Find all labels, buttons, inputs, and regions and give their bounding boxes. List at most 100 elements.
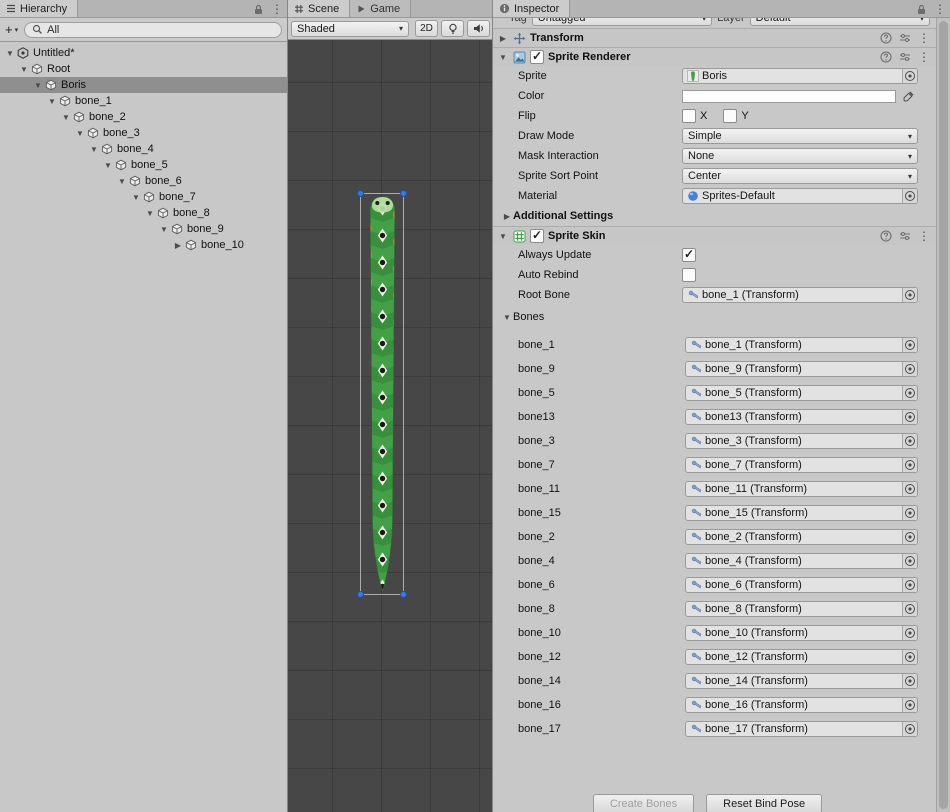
lock-icon[interactable]	[254, 4, 263, 15]
panel-options-icon[interactable]: ⋮	[934, 3, 946, 15]
component-enabled-checkbox[interactable]	[530, 50, 544, 64]
bone-object-field[interactable]: bone_12 (Transform)	[685, 649, 918, 665]
mask-interaction-dropdown[interactable]: None ▾	[682, 148, 918, 164]
bone-object-field[interactable]: bone_7 (Transform)	[685, 457, 918, 473]
bone-object-field[interactable]: bone_5 (Transform)	[685, 385, 918, 401]
flip-x-checkbox[interactable]	[682, 109, 696, 123]
help-icon[interactable]	[880, 32, 892, 44]
color-swatch[interactable]	[682, 90, 896, 103]
root-bone-object-field[interactable]: bone_1 (Transform)	[682, 287, 918, 303]
hierarchy-item-bone-10[interactable]: ▶bone_10	[0, 237, 287, 253]
reset-bind-pose-button[interactable]: Reset Bind Pose	[706, 794, 822, 812]
hierarchy-item-bone-1[interactable]: ▼bone_1	[0, 93, 287, 109]
object-picker-button[interactable]	[902, 338, 917, 352]
object-picker-button[interactable]	[902, 578, 917, 592]
hierarchy-item-bone-7[interactable]: ▼bone_7	[0, 189, 287, 205]
tab-inspector[interactable]: Inspector	[493, 0, 570, 17]
hierarchy-item-bone-5[interactable]: ▼bone_5	[0, 157, 287, 173]
lock-icon[interactable]	[917, 4, 926, 15]
presets-icon[interactable]	[899, 32, 911, 44]
bone-object-field[interactable]: bone_9 (Transform)	[685, 361, 918, 377]
tag-dropdown[interactable]: Untagged ▾	[532, 18, 712, 26]
foldout-arrow[interactable]: ▶	[501, 212, 513, 221]
panel-options-icon[interactable]: ⋮	[271, 3, 283, 15]
presets-icon[interactable]	[899, 230, 911, 242]
sprite-skin-component-header[interactable]: ▼ Sprite Skin ⋮	[493, 226, 936, 245]
material-object-field[interactable]: Sprites-Default	[682, 188, 918, 204]
object-picker-button[interactable]	[902, 386, 917, 400]
foldout-arrow[interactable]: ▼	[144, 209, 156, 218]
help-icon[interactable]	[880, 230, 892, 242]
foldout-arrow[interactable]: ▼	[130, 193, 142, 202]
object-picker-button[interactable]	[902, 722, 917, 736]
help-icon[interactable]	[880, 51, 892, 63]
object-picker-button[interactable]	[902, 458, 917, 472]
hierarchy-item-bone-8[interactable]: ▼bone_8	[0, 205, 287, 221]
foldout-arrow[interactable]: ▼	[158, 225, 170, 234]
object-picker-button[interactable]	[902, 410, 917, 424]
sprite-object-field[interactable]: Boris	[682, 68, 918, 84]
foldout-arrow[interactable]: ▼	[102, 161, 114, 170]
object-picker-button[interactable]	[902, 674, 917, 688]
bone-object-field[interactable]: bone13 (Transform)	[685, 409, 918, 425]
always-update-checkbox[interactable]	[682, 248, 696, 262]
foldout-arrow[interactable]: ▶	[497, 34, 509, 43]
object-picker-button[interactable]	[902, 362, 917, 376]
object-picker-button[interactable]	[902, 288, 917, 302]
object-picker-button[interactable]	[902, 506, 917, 520]
scene-lighting-button[interactable]	[441, 20, 464, 37]
layer-dropdown[interactable]: Default ▾	[750, 18, 930, 26]
hierarchy-item-bone-3[interactable]: ▼bone_3	[0, 125, 287, 141]
inspector-scrollbar[interactable]	[936, 18, 950, 812]
foldout-arrow[interactable]: ▼	[32, 81, 44, 90]
boris-snake-sprite[interactable]	[362, 195, 403, 594]
hierarchy-search-input[interactable]: All	[24, 22, 282, 38]
component-options-icon[interactable]: ⋮	[918, 230, 930, 242]
foldout-arrow[interactable]: ▼	[4, 49, 16, 58]
foldout-arrow[interactable]: ▶	[172, 241, 184, 250]
bones-foldout[interactable]: ▼ Bones	[493, 307, 936, 327]
tab-hierarchy[interactable]: Hierarchy	[0, 0, 78, 17]
hierarchy-item-untitled-[interactable]: ▼Untitled*	[0, 45, 287, 61]
shading-mode-dropdown[interactable]: Shaded ▾	[291, 21, 409, 37]
component-options-icon[interactable]: ⋮	[918, 32, 930, 44]
sprite-renderer-component-header[interactable]: ▼ Sprite Renderer ⋮	[493, 47, 936, 66]
bone-object-field[interactable]: bone_3 (Transform)	[685, 433, 918, 449]
object-picker-button[interactable]	[902, 434, 917, 448]
bone-object-field[interactable]: bone_11 (Transform)	[685, 481, 918, 497]
bone-object-field[interactable]: bone_4 (Transform)	[685, 553, 918, 569]
object-picker-button[interactable]	[902, 69, 917, 83]
scrollbar-thumb[interactable]	[939, 21, 948, 809]
transform-component-header[interactable]: ▶ Transform ⋮	[493, 28, 936, 47]
hierarchy-item-boris[interactable]: ▼Boris	[0, 77, 287, 93]
scene-viewport[interactable]	[288, 40, 492, 812]
foldout-arrow[interactable]: ▼	[497, 53, 509, 62]
foldout-arrow[interactable]: ▼	[18, 65, 30, 74]
foldout-arrow[interactable]: ▼	[60, 113, 72, 122]
foldout-arrow[interactable]: ▼	[88, 145, 100, 154]
toggle-2d-button[interactable]: 2D	[415, 20, 438, 37]
tab-scene[interactable]: Scene	[288, 0, 350, 17]
hierarchy-item-bone-4[interactable]: ▼bone_4	[0, 141, 287, 157]
object-picker-button[interactable]	[902, 626, 917, 640]
object-picker-button[interactable]	[902, 189, 917, 203]
bone-object-field[interactable]: bone_16 (Transform)	[685, 697, 918, 713]
auto-rebind-checkbox[interactable]	[682, 268, 696, 282]
scene-audio-button[interactable]	[467, 20, 490, 37]
bone-object-field[interactable]: bone_6 (Transform)	[685, 577, 918, 593]
flip-y-checkbox[interactable]	[723, 109, 737, 123]
presets-icon[interactable]	[899, 51, 911, 63]
hierarchy-item-bone-6[interactable]: ▼bone_6	[0, 173, 287, 189]
component-options-icon[interactable]: ⋮	[918, 51, 930, 63]
object-picker-button[interactable]	[902, 698, 917, 712]
additional-settings-foldout[interactable]: ▶ Additional Settings	[493, 206, 936, 226]
hierarchy-item-root[interactable]: ▼Root	[0, 61, 287, 77]
bone-object-field[interactable]: bone_17 (Transform)	[685, 721, 918, 737]
create-object-button[interactable]: + ▾	[5, 22, 18, 37]
object-picker-button[interactable]	[902, 482, 917, 496]
object-picker-button[interactable]	[902, 554, 917, 568]
hierarchy-item-bone-2[interactable]: ▼bone_2	[0, 109, 287, 125]
foldout-arrow[interactable]: ▼	[46, 97, 58, 106]
create-bones-button[interactable]: Create Bones	[593, 794, 694, 812]
bone-object-field[interactable]: bone_14 (Transform)	[685, 673, 918, 689]
